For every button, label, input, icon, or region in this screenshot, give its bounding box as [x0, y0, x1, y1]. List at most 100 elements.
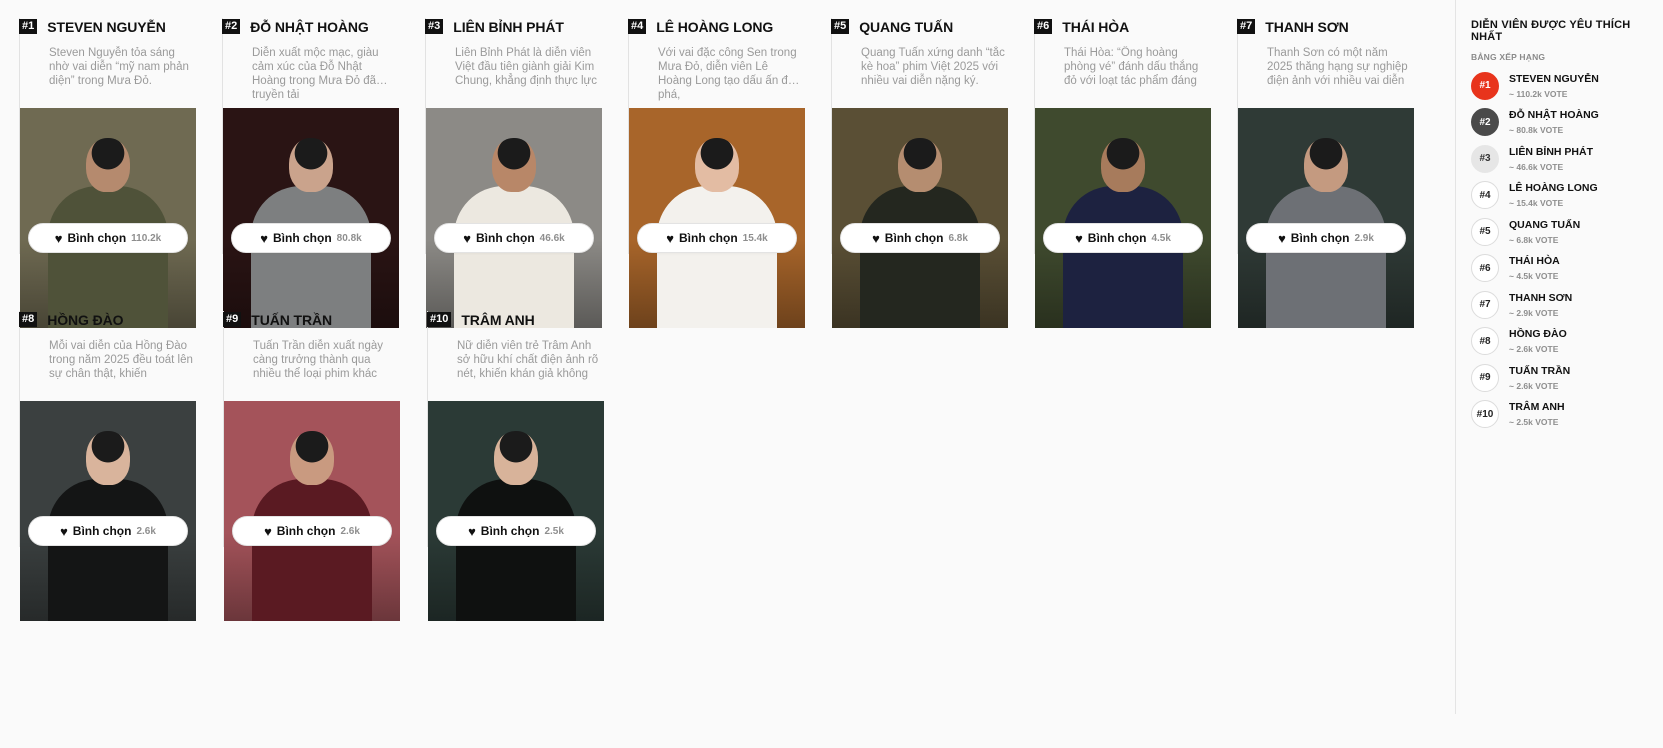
- vote-button[interactable]: ♥ Bình chọn 2.6k: [232, 516, 392, 546]
- actor-photo[interactable]: [223, 108, 399, 328]
- ranking-name: ĐỖ NHẬT HOÀNG: [1509, 109, 1599, 121]
- vote-button[interactable]: ♥ Bình chọn 2.5k: [436, 516, 596, 546]
- rank-badge: #2: [222, 19, 241, 34]
- actor-photo[interactable]: [832, 108, 1008, 328]
- ranking-item[interactable]: #9 TUẤN TRẦN ~ 2.6k VOTE: [1471, 363, 1663, 392]
- actor-figure-body: [454, 186, 574, 328]
- card-header: #8 HỒNG ĐÀO: [19, 311, 197, 339]
- actor-name[interactable]: TUẤN TRẦN: [251, 311, 332, 329]
- ranking-item[interactable]: #6 THÁI HÒA ~ 4.5k VOTE: [1471, 254, 1663, 283]
- vote-prefix: ~: [1509, 88, 1514, 99]
- ranking-badge: #5: [1471, 217, 1499, 246]
- actor-name[interactable]: THANH SƠN: [1265, 18, 1348, 36]
- ranking-item[interactable]: #1 STEVEN NGUYỄN ~ 110.2k VOTE: [1471, 71, 1663, 100]
- vote-count: 46.6k: [539, 232, 565, 244]
- vote-button[interactable]: ♥ Bình chọn 2.9k: [1246, 223, 1406, 253]
- vote-prefix: ~: [1509, 271, 1514, 281]
- actor-name[interactable]: ĐỖ NHẬT HOÀNG: [250, 18, 369, 36]
- ranking-badge: #1: [1471, 71, 1499, 100]
- actor-description: Thanh Sơn có một năm 2025 thăng hạng sự …: [1267, 47, 1408, 87]
- actor-description: Thái Hòa: “Ông hoàng phòng vé” đánh dấu …: [1064, 47, 1199, 87]
- actor-name[interactable]: THÁI HÒA: [1062, 18, 1129, 36]
- ranking-item[interactable]: #3 LIÊN BỈNH PHÁT ~ 46.6k VOTE: [1471, 144, 1663, 173]
- actor-figure-body: [860, 186, 980, 328]
- vote-count: 110.2k: [131, 232, 162, 244]
- ranking-name: TRÂM ANH: [1509, 401, 1565, 413]
- vote-prefix: ~: [1509, 307, 1514, 318]
- vote-suffix: VOTE: [1535, 344, 1559, 354]
- actor-photo[interactable]: [224, 401, 400, 621]
- ranking-text: TUẤN TRẦN ~ 2.6k VOTE: [1509, 365, 1570, 391]
- heart-icon: ♥: [468, 523, 476, 539]
- ranking-text: HỒNG ĐÀO ~ 2.6k VOTE: [1509, 328, 1567, 354]
- actor-photo[interactable]: [426, 108, 602, 328]
- rank-badge: #7: [1237, 19, 1256, 34]
- vote-button[interactable]: ♥ Bình chọn 6.8k: [840, 223, 1000, 253]
- rank-badge: #4: [628, 19, 647, 34]
- actor-description: Quang Tuấn xứng danh “tắc kè hoa” phim V…: [861, 47, 1005, 87]
- actor-photo[interactable]: [20, 108, 196, 328]
- ranking-item[interactable]: #4 LÊ HOÀNG LONG ~ 15.4k VOTE: [1471, 181, 1663, 210]
- ranking-item[interactable]: #5 QUANG TUẤN ~ 6.8k VOTE: [1471, 217, 1663, 246]
- heart-icon: ♥: [1278, 230, 1286, 246]
- actor-description: Tuấn Trần diễn xuất ngày càng trưởng thà…: [253, 340, 383, 380]
- actor-name[interactable]: STEVEN NGUYỄN: [47, 18, 166, 36]
- vote-button[interactable]: ♥ Bình chọn 15.4k: [637, 223, 797, 253]
- actor-name[interactable]: LÊ HOÀNG LONG: [656, 18, 773, 36]
- ranking-badge: #4: [1471, 181, 1499, 209]
- actor-photo[interactable]: [20, 401, 196, 621]
- actor-card: #6 THÁI HÒA Thái Hòa: “Ông hoàng phòng vé”…: [1034, 18, 1211, 328]
- card-header: #7 THANH SƠN: [1237, 18, 1414, 46]
- ranking-name: THANH SƠN: [1509, 291, 1573, 304]
- vote-button[interactable]: ♥ Bình chọn 4.5k: [1043, 223, 1203, 253]
- vote-button[interactable]: ♥ Bình chọn 46.6k: [434, 223, 594, 253]
- ranking-badge: #7: [1471, 290, 1499, 319]
- ranking-item[interactable]: #8 HỒNG ĐÀO ~ 2.6k VOTE: [1471, 327, 1663, 356]
- actor-name[interactable]: HỒNG ĐÀO: [47, 311, 123, 329]
- actor-card: #5 QUANG TUẤN Quang Tuấn xứng danh “tắc kè…: [831, 18, 1008, 328]
- ranking-badge: #10: [1471, 400, 1499, 428]
- heart-icon: ♥: [463, 230, 471, 246]
- actor-photo[interactable]: [1238, 108, 1414, 328]
- ranking-item[interactable]: #2 ĐỖ NHẬT HOÀNG ~ 80.8k VOTE: [1471, 108, 1663, 137]
- vote-count: 15.4k: [742, 232, 768, 244]
- actor-photo[interactable]: [1035, 108, 1211, 328]
- heart-icon: ♥: [60, 523, 68, 539]
- vote-number: 2.6k: [1516, 344, 1533, 354]
- actor-figure-head: [898, 138, 942, 192]
- ranking-votes: ~ 2.6k VOTE: [1509, 344, 1567, 354]
- heart-icon: ♥: [1075, 230, 1083, 246]
- actor-figure-body: [251, 186, 371, 328]
- vote-suffix: VOTE: [1535, 307, 1559, 318]
- vote-button[interactable]: ♥ Bình chọn 2.6k: [28, 516, 188, 546]
- vote-prefix: ~: [1509, 344, 1514, 354]
- ranking-item[interactable]: #10 TRÂM ANH ~ 2.5k VOTE: [1471, 400, 1663, 429]
- actor-description: Diễn xuất mộc mạc, giàu cảm xúc của Đỗ N…: [252, 47, 379, 101]
- actor-name[interactable]: TRÂM ANH: [461, 311, 534, 329]
- vote-number: 46.6k: [1516, 161, 1538, 172]
- actor-name[interactable]: QUANG TUẤN: [859, 18, 953, 36]
- ranking-votes: ~ 15.4k VOTE: [1509, 198, 1598, 208]
- actor-figure-body: [1063, 186, 1183, 328]
- ranking-text: QUANG TUẤN ~ 6.8k VOTE: [1509, 219, 1580, 245]
- vote-number: 2.9k: [1516, 307, 1533, 318]
- vote-suffix: VOTE: [1544, 88, 1568, 99]
- actor-figure-body: [252, 479, 372, 621]
- ranking-name: LIÊN BỈNH PHÁT: [1509, 145, 1593, 158]
- vote-button[interactable]: ♥ Bình chọn 80.8k: [231, 223, 391, 253]
- ranking-item[interactable]: #7 THANH SƠN ~ 2.9k VOTE: [1471, 290, 1663, 319]
- ranking-list: #1 STEVEN NGUYỄN ~ 110.2k VOTE #2 ĐỖ NHẬT HO…: [1471, 71, 1663, 429]
- vote-label: Bình chọn: [276, 524, 336, 538]
- actor-name[interactable]: LIÊN BỈNH PHÁT: [453, 18, 564, 36]
- ranking-text: STEVEN NGUYỄN ~ 110.2k VOTE: [1509, 73, 1599, 99]
- actor-photo[interactable]: [629, 108, 805, 328]
- actor-photo[interactable]: [428, 401, 604, 621]
- vote-label: Bình chọn: [476, 231, 535, 245]
- vote-button[interactable]: ♥ Bình chọn 110.2k: [28, 223, 188, 253]
- actor-card: #9 TUẤN TRẦN Tuấn Trần diễn xuất ngày càng…: [223, 311, 401, 621]
- vote-suffix: VOTE: [1540, 161, 1564, 172]
- actor-description: Với vai đặc công Sen trong Mưa Đỏ, diễn …: [658, 47, 798, 101]
- ranking-name: TUẤN TRẦN: [1509, 364, 1571, 377]
- vote-count: 2.6k: [340, 525, 360, 537]
- ranking-badge: #9: [1471, 363, 1499, 392]
